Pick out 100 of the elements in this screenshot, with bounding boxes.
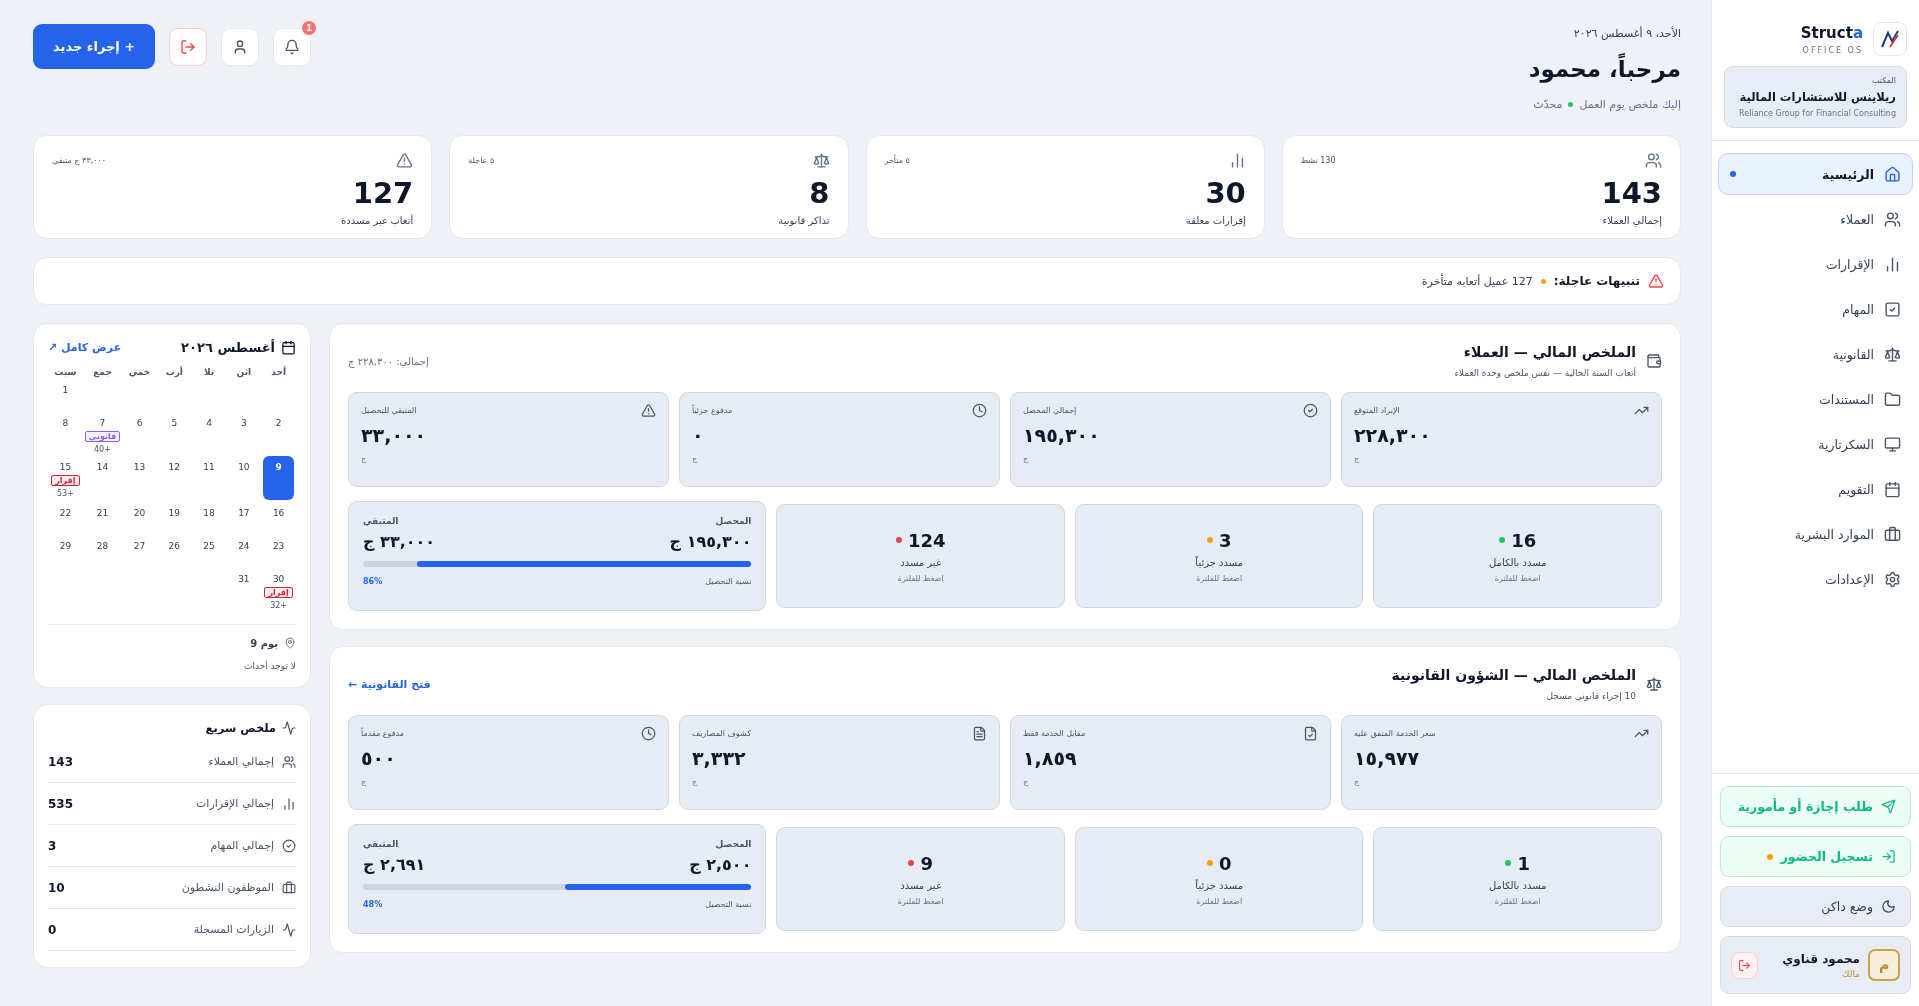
calendar-day[interactable]: 3 bbox=[228, 412, 260, 443]
open-legal-link[interactable]: فتح القانونية ← bbox=[348, 677, 431, 691]
send-icon bbox=[1881, 799, 1896, 814]
wallet-icon bbox=[1646, 353, 1662, 369]
more-events-count: 40+ bbox=[94, 445, 111, 454]
remaining-amount: ٢,٦٩١ ج bbox=[363, 855, 426, 874]
calendar-day[interactable]: 24 bbox=[228, 535, 260, 566]
calendar-day[interactable]: 21 bbox=[84, 502, 121, 533]
calendar-day[interactable]: 25 bbox=[193, 535, 225, 566]
calendar-day[interactable]: 26 bbox=[158, 535, 190, 566]
calendar-day[interactable]: 6 bbox=[124, 412, 155, 443]
nav-item[interactable]: المهام bbox=[1718, 288, 1913, 330]
logout-button[interactable] bbox=[169, 27, 208, 66]
calendar-day[interactable]: 10 bbox=[228, 456, 260, 487]
pin-icon bbox=[284, 637, 296, 649]
status-count: 0 bbox=[1218, 852, 1232, 874]
calendar-day[interactable]: 27 bbox=[124, 535, 155, 566]
logout-button[interactable] bbox=[1731, 951, 1758, 979]
calendar-day[interactable]: 2 bbox=[263, 412, 294, 443]
nav-item[interactable]: الموارد البشرية bbox=[1718, 513, 1913, 555]
calendar-day[interactable]: 16 bbox=[263, 502, 294, 533]
page-subtitle: إليك ملخص يوم العمل bbox=[1579, 98, 1681, 111]
full-view-link[interactable]: عرض كامل ↗ bbox=[48, 341, 122, 354]
summary-label: الزيارات المسجلة bbox=[192, 923, 274, 936]
user-name: محمود قناوي bbox=[1781, 951, 1860, 966]
logo-icon bbox=[1873, 22, 1907, 56]
day-title: يوم 9 bbox=[250, 637, 278, 649]
more-events-count: 32+ bbox=[270, 601, 288, 610]
calendar-day[interactable]: 12 bbox=[158, 456, 190, 487]
summary-value: 3 bbox=[48, 838, 57, 853]
metric-unit: ج bbox=[361, 777, 368, 786]
weekday-label: أحد bbox=[270, 367, 287, 377]
calendar-day[interactable]: 11 bbox=[193, 456, 225, 487]
stat-label: إقرارات معلقة bbox=[1184, 215, 1246, 226]
nav-item[interactable]: القانونية bbox=[1718, 333, 1913, 375]
alert-title: تنبيهات عاجلة: bbox=[1553, 274, 1640, 288]
calendar-day[interactable]: 1 bbox=[50, 379, 81, 410]
status-label: مسدد جزئياً bbox=[1195, 879, 1244, 891]
calendar-day[interactable]: 22 bbox=[50, 502, 81, 533]
nav-item[interactable]: التقويم bbox=[1718, 468, 1913, 510]
calendar-title: أغسطس ٢٠٢٦ bbox=[181, 340, 275, 355]
nav-item[interactable]: المستندات bbox=[1718, 378, 1913, 420]
metric-value: ٠ bbox=[692, 424, 705, 446]
nav-item[interactable]: العملاء bbox=[1718, 198, 1913, 240]
weekday-label: أرب bbox=[164, 367, 184, 377]
collected-amount: ١٩٥,٣٠٠ ج bbox=[669, 532, 752, 551]
nav-item[interactable]: الرئيسية bbox=[1718, 153, 1913, 195]
status-hint: اضغط للفلترة bbox=[897, 896, 944, 906]
metric-value: ٣,٣٣٢ bbox=[692, 747, 747, 769]
calendar-day[interactable]: 9 bbox=[263, 456, 294, 500]
metric-label: الإيراد المتوقع bbox=[1354, 406, 1400, 415]
summary-label: إجمالي المهام bbox=[209, 839, 274, 852]
weekday-label: جمع bbox=[92, 367, 113, 377]
nav-item[interactable]: الإعدادات bbox=[1718, 558, 1913, 600]
calendar-day[interactable]: 5 bbox=[158, 412, 190, 443]
remaining-label: المتبقي bbox=[363, 839, 399, 849]
nav-item[interactable]: السكرتارية bbox=[1718, 423, 1913, 465]
dark-mode-button[interactable]: وضع داكن bbox=[1720, 886, 1911, 927]
nav-item[interactable]: الإقرارات bbox=[1718, 243, 1913, 285]
summary-label: إجمالي العملاء bbox=[207, 755, 274, 768]
calendar-day[interactable]: 13 bbox=[124, 456, 155, 487]
remaining-label: المتبقي bbox=[363, 516, 399, 526]
collected-label: المحصل bbox=[715, 516, 752, 526]
summary-label: إجمالي الإقرارات bbox=[194, 797, 274, 810]
calendar-day[interactable]: 29 bbox=[50, 535, 81, 566]
stat-value: 143 bbox=[1600, 176, 1662, 210]
scale-icon bbox=[1646, 676, 1662, 692]
calendar-day[interactable]: 17 bbox=[228, 502, 260, 533]
calendar-day[interactable]: 28 bbox=[84, 535, 121, 566]
calendar-day[interactable]: 18 bbox=[193, 502, 225, 533]
metric-unit: ج bbox=[692, 454, 699, 463]
new-action-button[interactable]: + إجراء جديد bbox=[33, 24, 156, 69]
metric-label: إجمالي المحصل bbox=[1023, 406, 1077, 415]
status-hint: اضغط للفلترة bbox=[1196, 573, 1243, 583]
total-text: إجمالي: ٢٢٨,٣٠٠ ج bbox=[348, 355, 429, 367]
calendar-day[interactable]: 19 bbox=[158, 502, 190, 533]
calendar-day[interactable]: 14 bbox=[84, 456, 121, 487]
summary-value: 0 bbox=[48, 922, 57, 937]
calendar-day[interactable]: 20 bbox=[124, 502, 155, 533]
summary-value: 143 bbox=[48, 754, 74, 769]
metric-unit: ج bbox=[692, 777, 699, 786]
status-count: 1 bbox=[1517, 852, 1530, 874]
profile-button[interactable] bbox=[221, 27, 260, 66]
rate-value: 48% bbox=[363, 900, 383, 909]
stat-note: ٣٣,٠٠٠ ج متبقي bbox=[52, 156, 107, 165]
metric-unit: ج bbox=[361, 454, 368, 463]
calendar-day[interactable]: 4 bbox=[193, 412, 225, 443]
stat-value: 8 bbox=[808, 176, 830, 210]
section-title: الملخص المالي — العملاء bbox=[1462, 344, 1636, 360]
status-hint: اضغط للفلترة bbox=[1196, 896, 1243, 906]
rate-label: نسبة التحصيل bbox=[705, 900, 752, 909]
calendar-day[interactable]: 8 bbox=[50, 412, 81, 443]
stat-note: ٥ عاجلة bbox=[468, 156, 495, 165]
status-label: مسدد جزئياً bbox=[1195, 556, 1244, 568]
alert-text: 127 عميل أتعابه متأخرة bbox=[1421, 274, 1533, 288]
calendar-day[interactable]: 23 bbox=[263, 535, 294, 566]
metric-value: ٢٢٨,٣٠٠ bbox=[1354, 424, 1432, 446]
metric-label: مدفوع مقدماً bbox=[361, 729, 404, 738]
calendar-day[interactable]: 31 bbox=[228, 568, 260, 599]
section-subtitle: 10 إجراء قانوني مسجل bbox=[1545, 691, 1636, 701]
